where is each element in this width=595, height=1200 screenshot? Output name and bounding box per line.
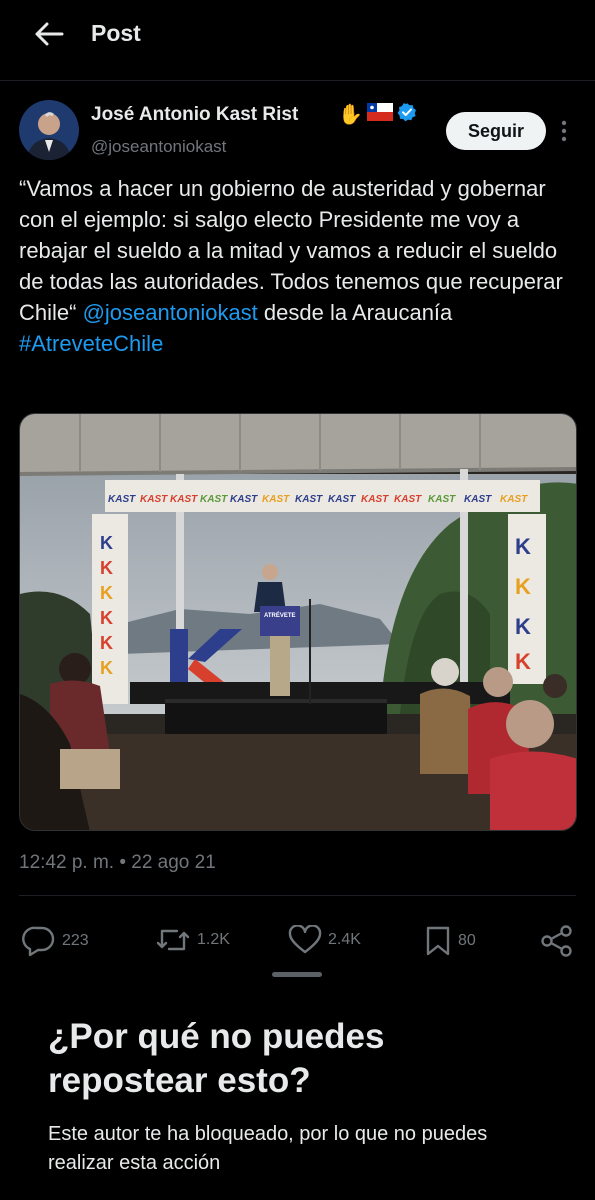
- repost-button[interactable]: 1.2K: [155, 925, 230, 955]
- top-bar: Post: [0, 0, 595, 70]
- svg-text:K: K: [100, 533, 113, 553]
- svg-text:K: K: [100, 583, 113, 603]
- back-arrow-icon[interactable]: [32, 20, 66, 48]
- post-body-text-2: desde la Araucanía: [257, 300, 453, 325]
- svg-text:K: K: [100, 608, 113, 628]
- svg-text:K: K: [515, 574, 531, 599]
- like-button[interactable]: 2.4K: [288, 925, 361, 955]
- raised-hand-emoji: ✋: [338, 104, 363, 126]
- svg-text:K: K: [100, 558, 113, 578]
- banner-logo: KAST: [464, 494, 492, 505]
- banner-logo: KAST: [295, 494, 323, 505]
- banner-logo: KAST: [200, 494, 228, 505]
- svg-text:K: K: [515, 649, 531, 674]
- post-photo[interactable]: KAST KAST KAST KAST KAST KAST KAST KAST …: [19, 413, 577, 831]
- like-count: 2.4K: [328, 931, 361, 948]
- follow-button[interactable]: Seguir: [446, 112, 546, 150]
- reply-icon: [22, 926, 55, 957]
- author-handle[interactable]: @joseantoniokast: [91, 137, 226, 157]
- banner-logo: KAST: [230, 494, 258, 505]
- sheet-title: ¿Por qué no puedes repostear esto?: [48, 1017, 385, 1100]
- divider: [19, 895, 576, 896]
- name-badges: ✋ 🇨🇱: [338, 102, 417, 127]
- banner-logo: KAST: [328, 494, 356, 505]
- verified-badge-icon: [397, 102, 417, 127]
- reply-button[interactable]: 223: [22, 925, 89, 957]
- share-button[interactable]: [540, 925, 574, 957]
- repost-count: 1.2K: [197, 931, 230, 948]
- banner-logo: KAST: [361, 494, 389, 505]
- reply-count: 223: [62, 932, 89, 949]
- hashtag-link[interactable]: #AtreveteChile: [19, 331, 163, 356]
- banner-logo: KAST: [108, 494, 136, 505]
- sheet-message: Este autor te ha bloqueado, por lo que n…: [48, 1123, 488, 1174]
- svg-text:K: K: [515, 614, 531, 639]
- divider: [0, 80, 595, 81]
- heart-icon: [288, 925, 322, 954]
- banner-logo: KAST: [428, 494, 456, 505]
- bookmark-icon: [426, 926, 450, 956]
- post-text: “Vamos a hacer un gobierno de austeridad…: [19, 173, 579, 359]
- svg-text:K: K: [515, 534, 531, 559]
- repost-icon: [156, 929, 190, 951]
- banner-logo: KAST: [140, 494, 168, 505]
- podium-label: ATRÉVETE: [264, 611, 296, 619]
- banner-logo: KAST: [500, 494, 528, 505]
- avatar[interactable]: [19, 100, 79, 160]
- share-icon: [541, 925, 572, 957]
- author-name[interactable]: José Antonio Kast Rist: [91, 104, 298, 126]
- bookmark-button[interactable]: 80: [424, 925, 476, 957]
- sheet-drag-handle[interactable]: [272, 972, 322, 977]
- more-options-icon[interactable]: [558, 118, 570, 144]
- photo-illustration: KAST KAST KAST KAST KAST KAST KAST KAST …: [20, 414, 576, 830]
- banner-logo: KAST: [170, 494, 198, 505]
- mention-link[interactable]: @joseantoniokast: [83, 300, 258, 325]
- bookmark-count: 80: [458, 932, 476, 949]
- banner-logo: KAST: [394, 494, 422, 505]
- page-title: Post: [91, 20, 141, 46]
- banner-logo: KAST: [262, 494, 290, 505]
- chile-flag-icon: 🇨🇱: [366, 103, 393, 126]
- svg-text:K: K: [100, 633, 113, 653]
- action-bar: 223 1.2K 2.4K 80: [0, 925, 595, 961]
- svg-text:K: K: [100, 658, 113, 678]
- post-timestamp[interactable]: 12:42 p. m. • 22 ago 21: [19, 852, 216, 874]
